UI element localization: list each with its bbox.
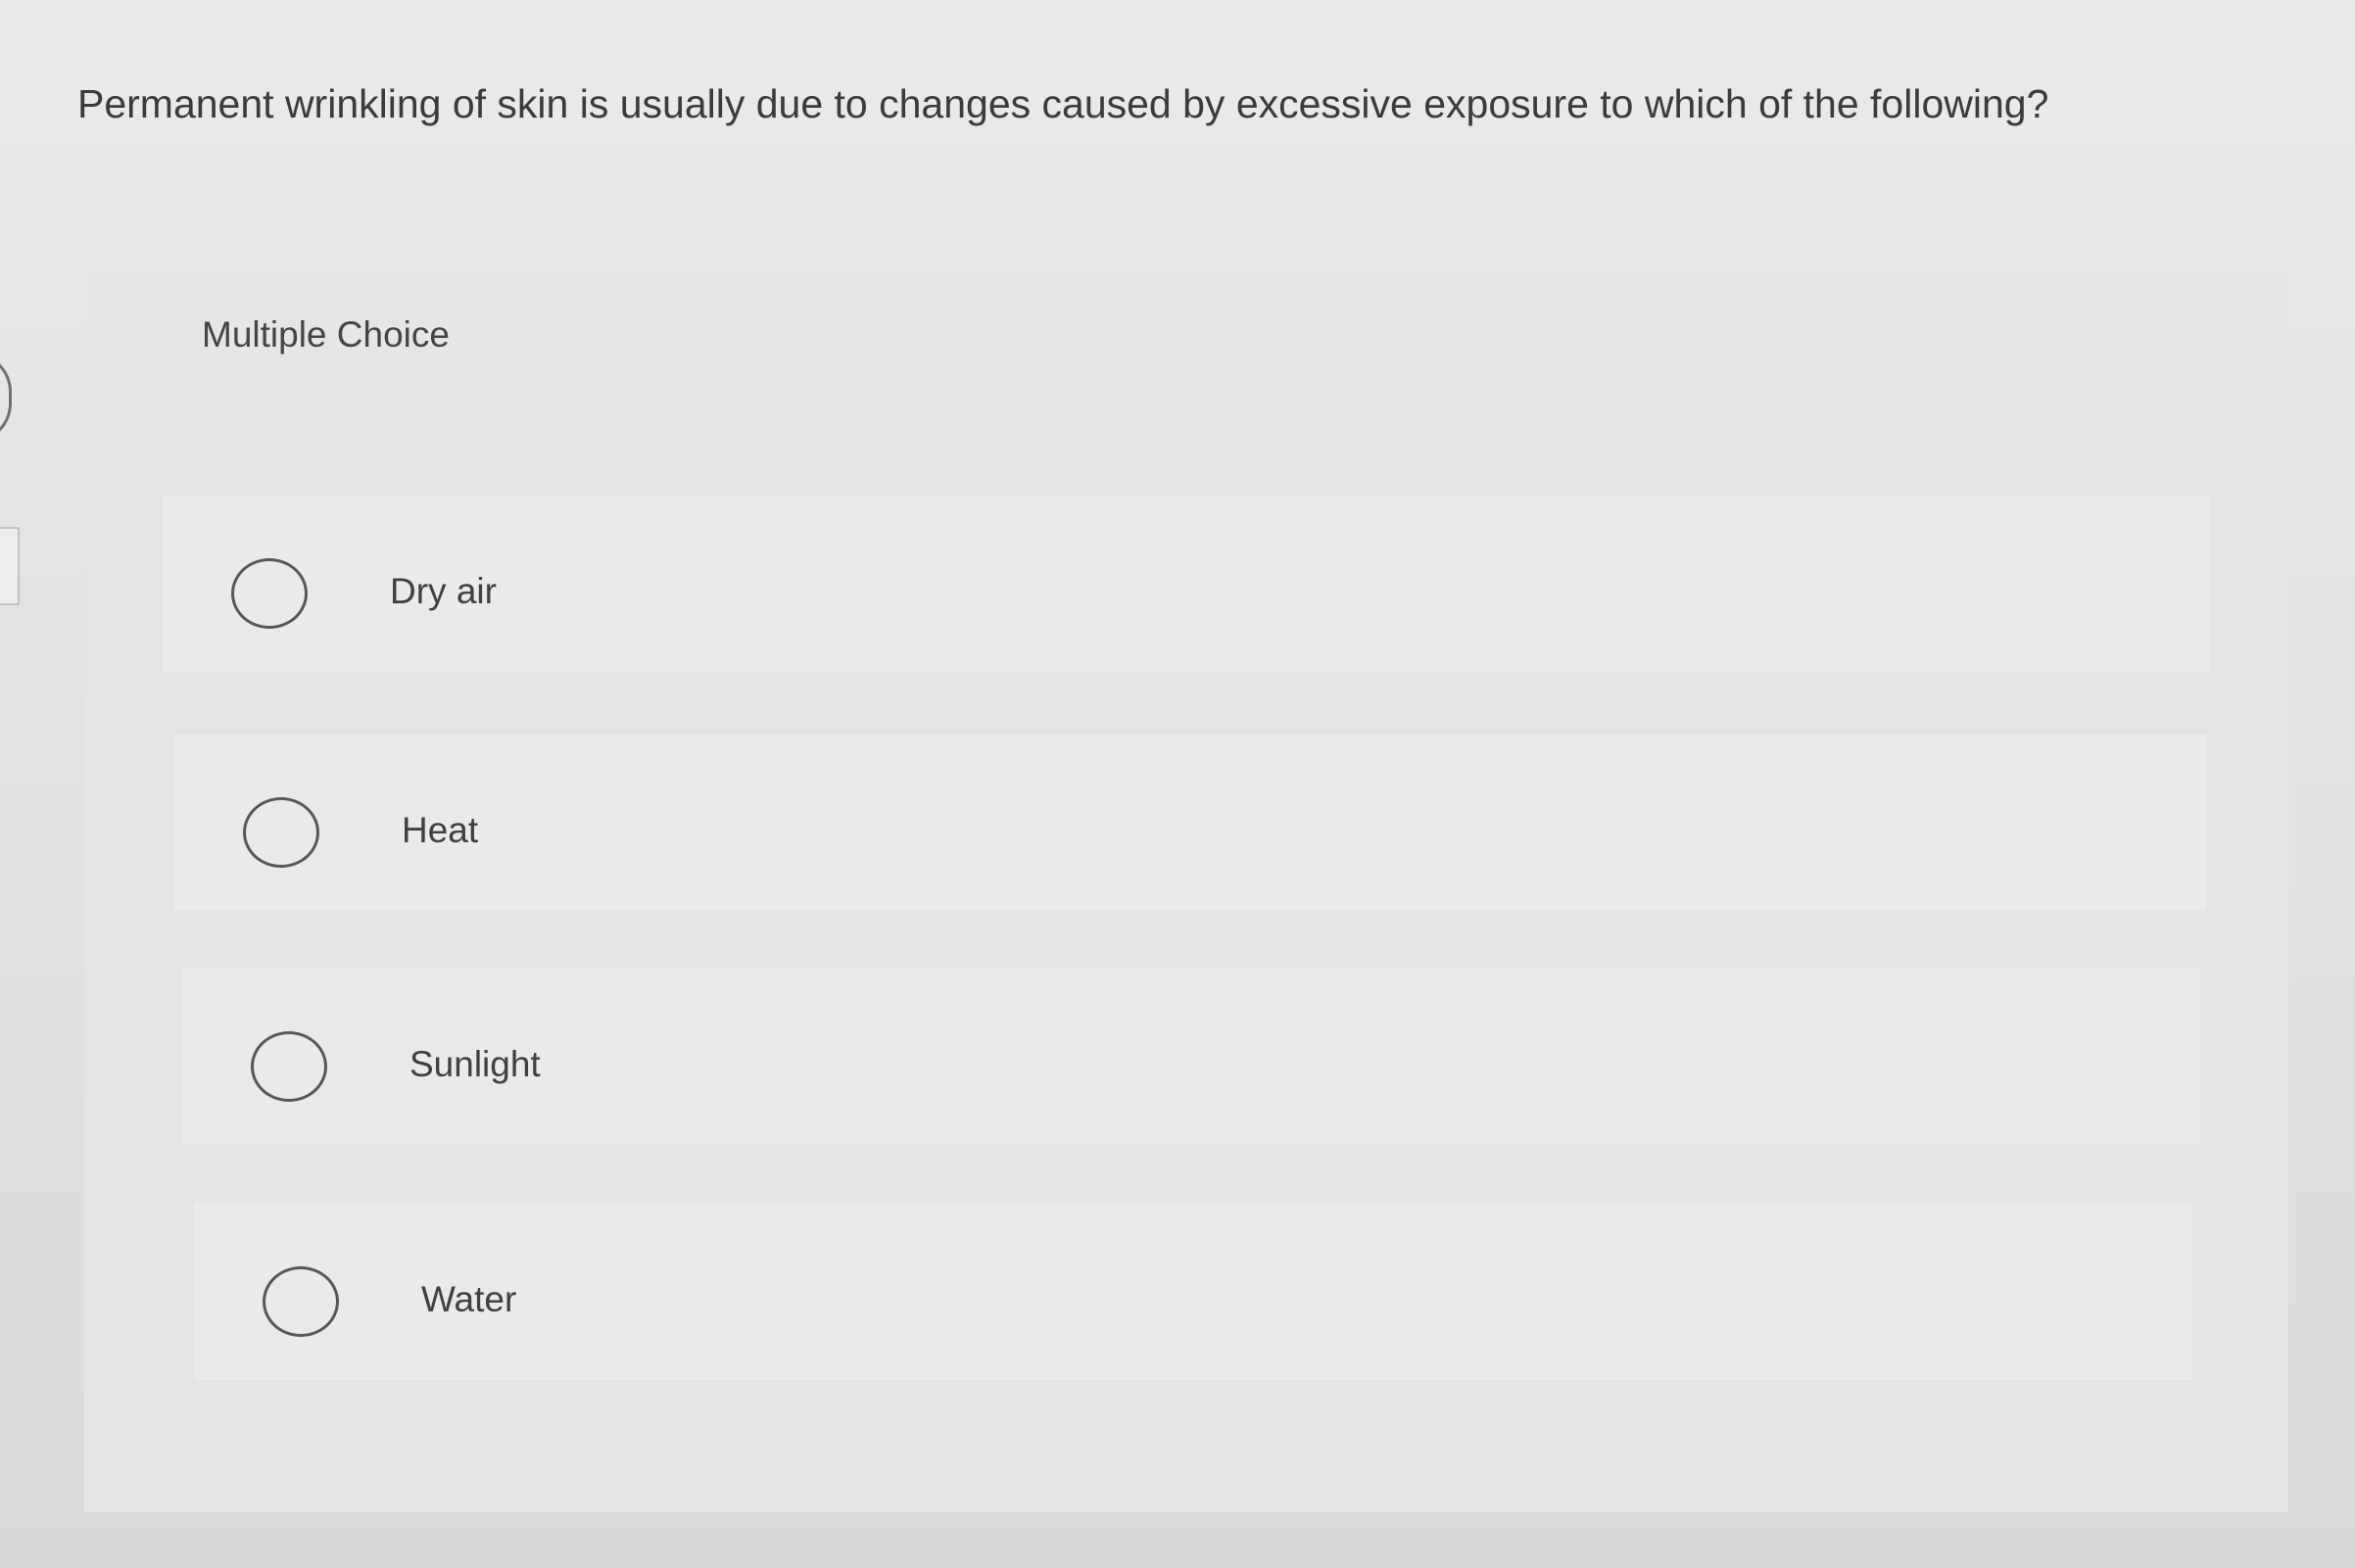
option-water[interactable]: Water [194, 1204, 2192, 1380]
card-header: Multiple Choice [84, 268, 2288, 396]
side-panel-toggle[interactable] [0, 353, 12, 443]
option-dry-air[interactable]: Dry air [163, 496, 2210, 672]
multiple-choice-card: Multiple Choice Dry air Heat Sunlight Wa… [84, 268, 2288, 1512]
radio-button[interactable] [243, 797, 319, 868]
option-heat[interactable]: Heat [174, 735, 2207, 911]
option-sunlight[interactable]: Sunlight [182, 969, 2200, 1145]
option-label: Heat [402, 810, 479, 850]
question-type-label: Multiple Choice [202, 314, 450, 355]
question-text: Permanent wrinkling of skin is usually d… [77, 81, 2049, 126]
page-bottom-edge [0, 1528, 2355, 1568]
radio-button[interactable] [231, 558, 308, 629]
option-label: Sunlight [409, 1044, 541, 1084]
side-tab[interactable] [0, 527, 20, 605]
radio-button[interactable] [251, 1031, 327, 1102]
option-label: Water [421, 1279, 517, 1319]
radio-button[interactable] [263, 1266, 339, 1337]
option-label: Dry air [390, 571, 497, 611]
